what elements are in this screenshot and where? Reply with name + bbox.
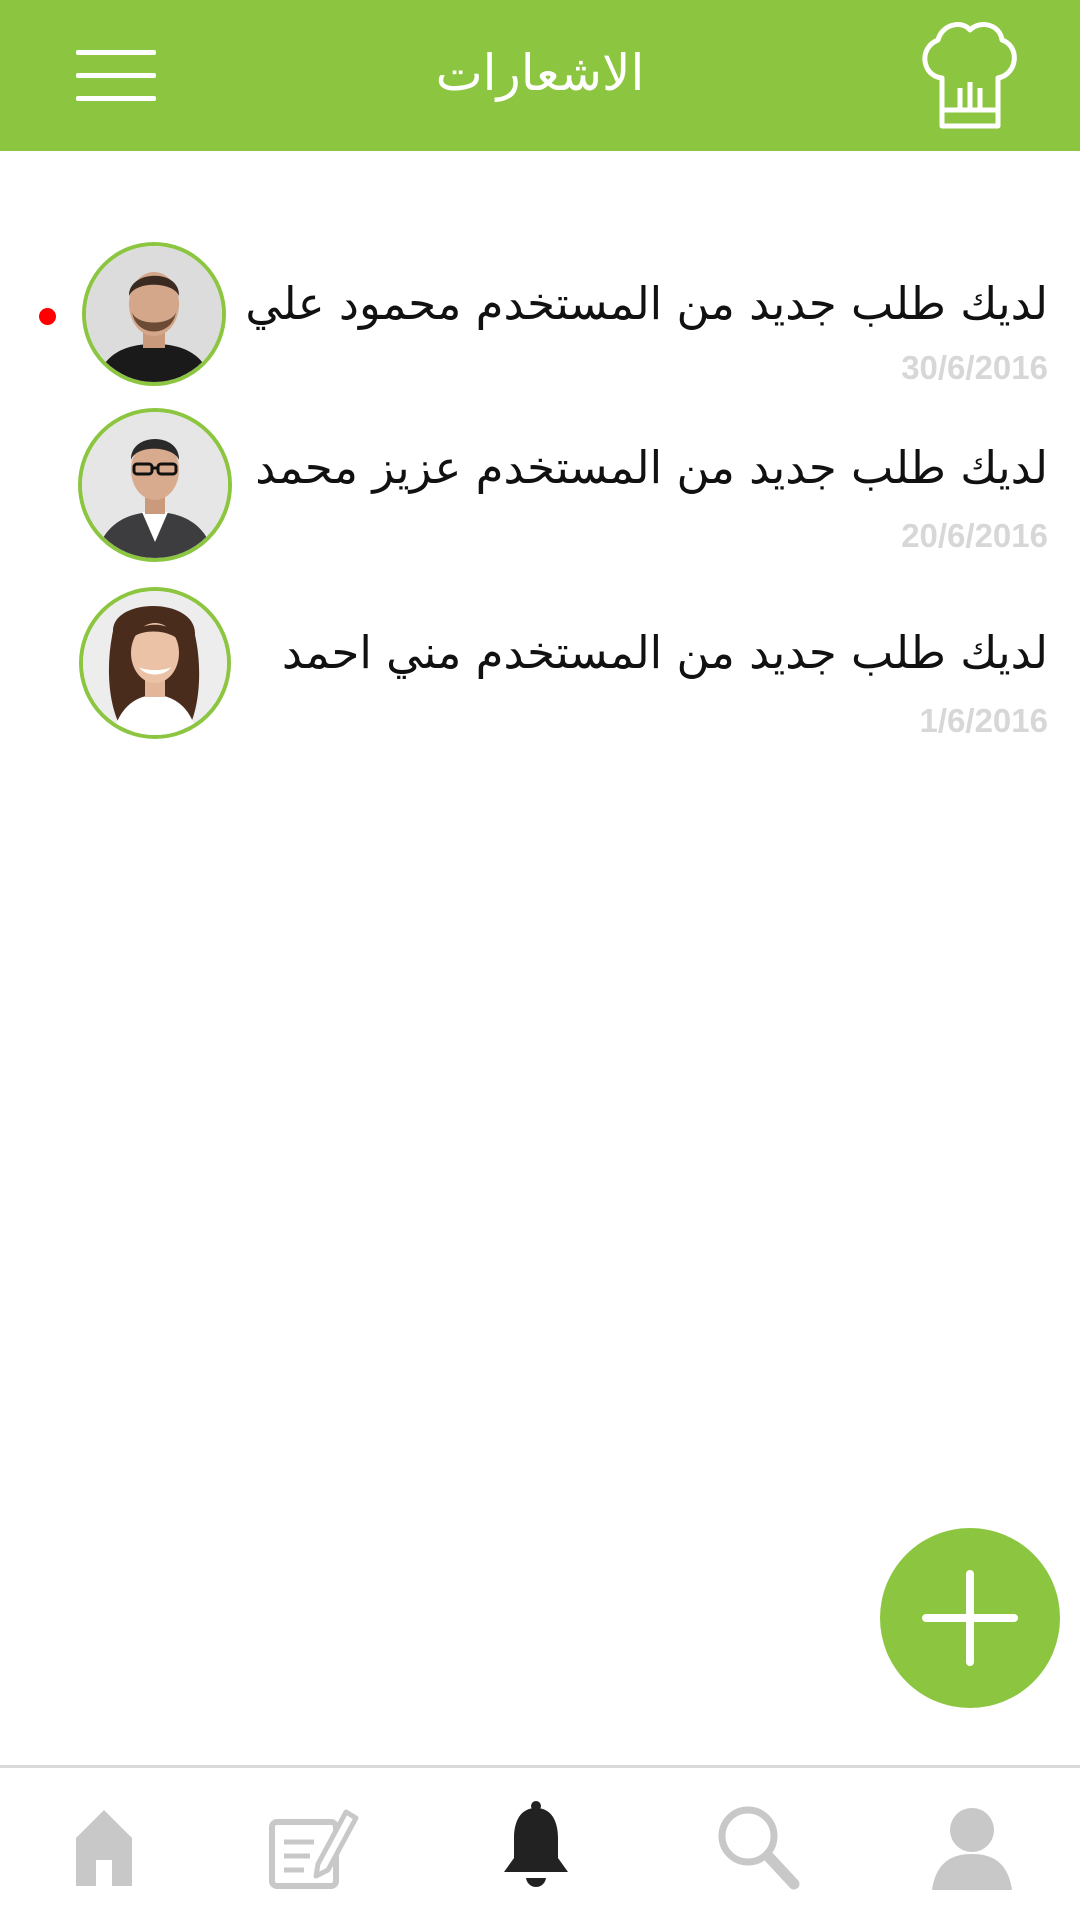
nav-notifications[interactable] bbox=[486, 1798, 586, 1898]
user-icon bbox=[932, 1808, 1012, 1890]
notification-text: لديك طلب جديد من المستخدم عزيز محمد bbox=[255, 441, 1048, 494]
home-icon bbox=[76, 1810, 132, 1886]
nav-search[interactable] bbox=[708, 1798, 808, 1898]
nav-edit[interactable] bbox=[262, 1798, 362, 1898]
notification-date: 30/6/2016 bbox=[901, 349, 1048, 386]
app-header: الاشعارات bbox=[0, 0, 1080, 151]
unread-indicator bbox=[39, 308, 56, 325]
edit-note-icon bbox=[269, 1809, 359, 1889]
plus-icon bbox=[922, 1570, 1018, 1666]
bell-icon bbox=[504, 1801, 568, 1887]
avatar bbox=[78, 408, 232, 562]
notification-date: 1/6/2016 bbox=[919, 702, 1048, 739]
avatar bbox=[82, 242, 226, 386]
notification-text: لديك طلب جديد من المستخدم مني احمد bbox=[281, 626, 1048, 679]
chef-hat-icon[interactable] bbox=[914, 18, 1024, 134]
add-button[interactable] bbox=[880, 1528, 1060, 1708]
bottom-navigation bbox=[0, 1765, 1080, 1920]
notification-item[interactable]: لديك طلب جديد من المستخدم عزيز محمد 20/6… bbox=[0, 408, 1080, 578]
notification-text: لديك طلب جديد من المستخدم محمود علي bbox=[245, 277, 1048, 330]
nav-profile[interactable] bbox=[922, 1798, 1022, 1898]
search-icon bbox=[718, 1806, 800, 1890]
avatar bbox=[79, 587, 231, 739]
nav-home[interactable] bbox=[54, 1798, 154, 1898]
notification-item[interactable]: لديك طلب جديد من المستخدم محمود علي 30/6… bbox=[0, 242, 1080, 412]
notifications-screen: الاشعارات لديك طلب جديد من المستخدم محمو… bbox=[0, 0, 1080, 1920]
notification-date: 20/6/2016 bbox=[901, 517, 1048, 554]
notification-item[interactable]: لديك طلب جديد من المستخدم مني احمد 1/6/2… bbox=[0, 587, 1080, 757]
